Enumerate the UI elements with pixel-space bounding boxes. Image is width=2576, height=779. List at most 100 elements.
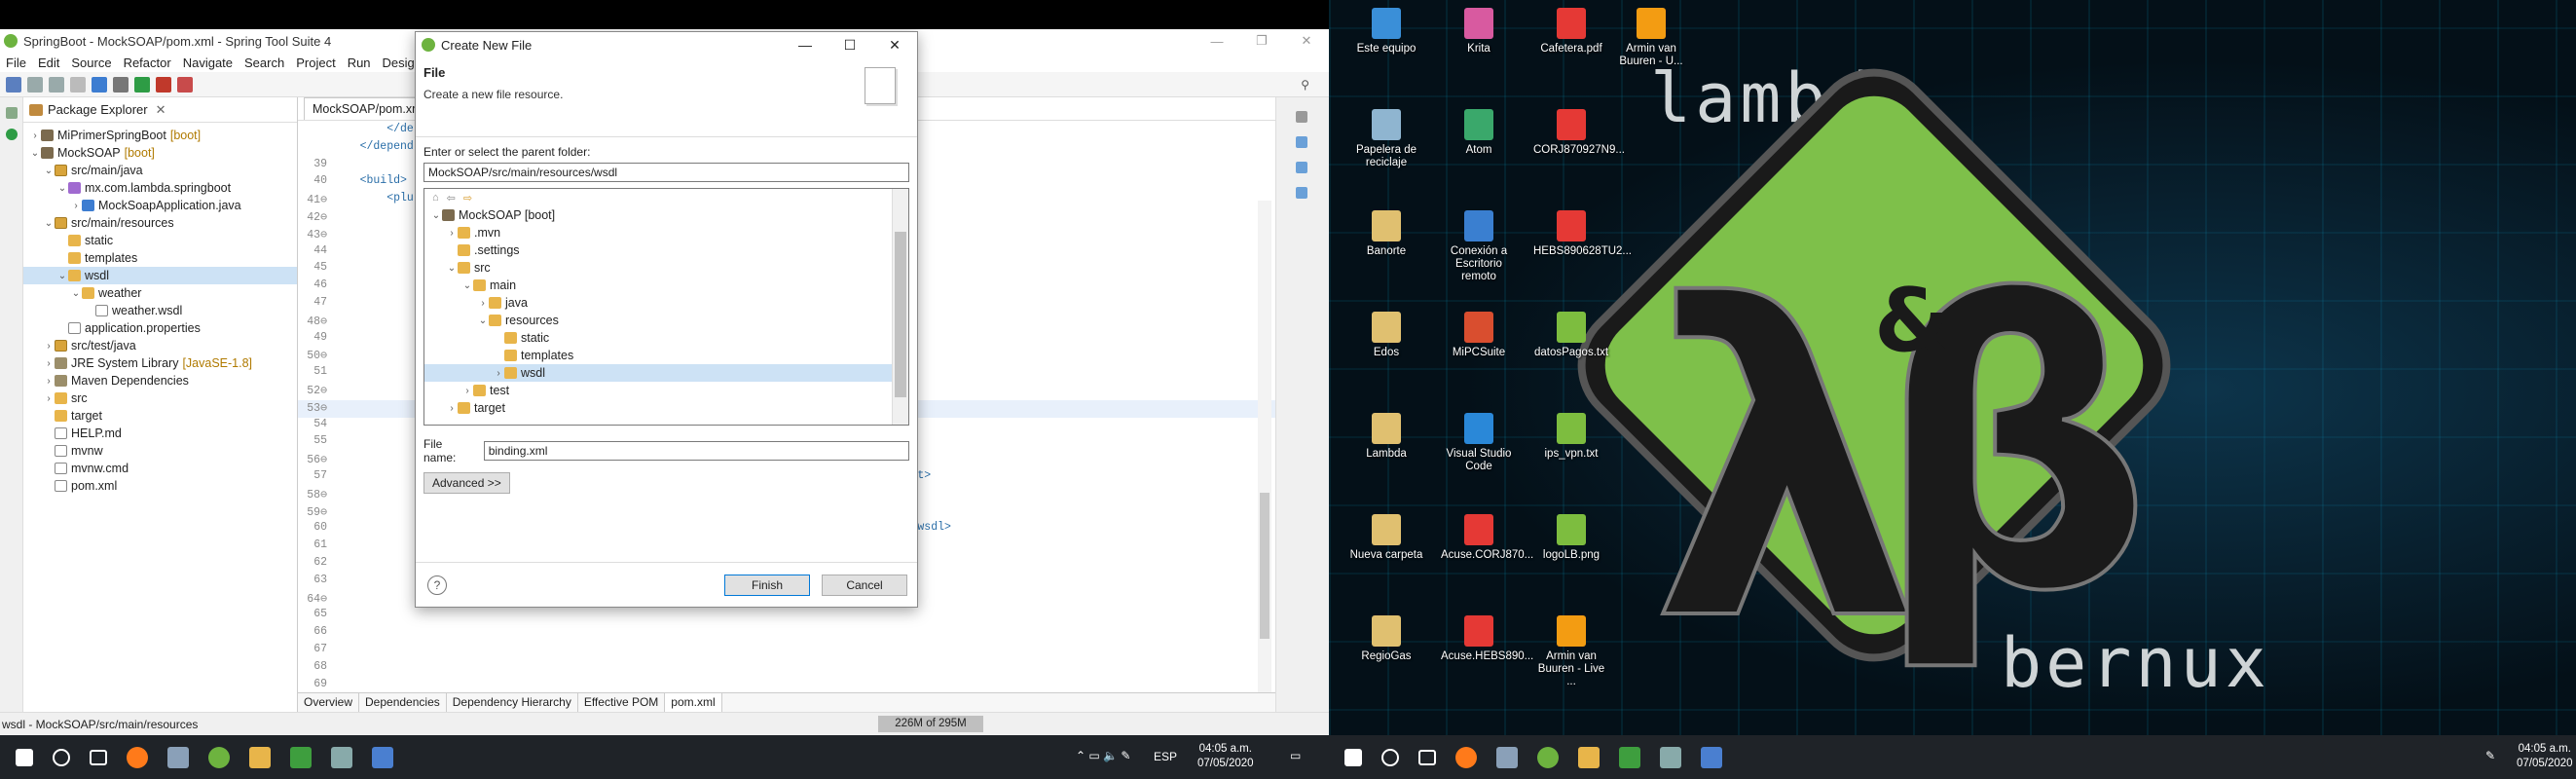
folder-tree-scrollbar[interactable] — [892, 189, 908, 425]
close-view-icon[interactable]: ✕ — [156, 102, 166, 118]
tree-item[interactable]: HELP.md — [23, 425, 297, 442]
pom-tab[interactable]: Overview — [298, 693, 360, 712]
tree-item[interactable]: pom.xml — [23, 477, 297, 495]
tree-item[interactable]: ⌄ src/main/java — [23, 162, 297, 179]
folder-tree-item[interactable]: › wsdl — [424, 364, 908, 382]
dialog-close-icon[interactable]: ✕ — [872, 32, 917, 57]
spring-tool-suite-taskbar-icon[interactable] — [208, 746, 230, 768]
tree-item[interactable]: weather.wsdl — [23, 302, 297, 319]
folder-tree-item[interactable]: .settings — [424, 241, 908, 259]
expand-toggle-icon[interactable]: ⌄ — [43, 166, 55, 176]
code-line[interactable]: 66 — [298, 625, 1275, 643]
pom-tab[interactable]: Effective POM — [578, 693, 666, 712]
menu-navigate[interactable]: Navigate — [177, 56, 239, 70]
desktop-icon[interactable]: Nueva carpeta — [1348, 514, 1424, 562]
desktop-icon[interactable]: Lambda — [1348, 413, 1424, 461]
code-line[interactable]: 67 — [298, 643, 1275, 660]
desktop-icon[interactable]: Cafetera.pdf — [1533, 8, 1609, 56]
tree-item[interactable]: mvnw — [23, 442, 297, 460]
desktop-icon[interactable]: Atom — [1441, 109, 1517, 157]
folder-tree-item[interactable]: › test — [424, 382, 908, 399]
clock-left[interactable]: 04:05 a.m. 07/05/2020 — [1197, 742, 1254, 771]
cancel-button[interactable]: Cancel — [822, 574, 907, 596]
pom-tab[interactable]: pom.xml — [665, 693, 722, 712]
folder-tree-scroll-thumb[interactable] — [895, 232, 906, 397]
folder-tree-item[interactable]: › target — [424, 399, 908, 417]
tree-item[interactable]: ⌄ src/main/resources — [23, 214, 297, 232]
search-taskbar-icon[interactable] — [53, 748, 70, 766]
tree-item[interactable]: application.properties — [23, 319, 297, 337]
save-icon[interactable] — [27, 76, 43, 93]
tree-item[interactable]: ⌄ wsdl — [23, 267, 297, 284]
package-explorer-tab[interactable]: Package Explorer ✕ — [23, 97, 297, 123]
expand-toggle-icon[interactable]: › — [29, 130, 41, 141]
notification-icon[interactable]: ▭ — [1290, 749, 1301, 762]
tree-item[interactable]: ⌄ MockSOAP [boot] — [23, 144, 297, 162]
expand-toggle-icon[interactable]: ⌄ — [43, 218, 55, 229]
help-icon[interactable]: ? — [427, 575, 447, 595]
tasks-icon[interactable] — [1296, 187, 1307, 199]
desktop-icon[interactable]: Conexión a Escritorio remoto — [1441, 210, 1517, 283]
tree-item[interactable]: › src — [23, 390, 297, 407]
expand-toggle-icon[interactable]: › — [446, 228, 458, 239]
code-line[interactable]: 65 — [298, 608, 1275, 625]
expand-toggle-icon[interactable]: ⌄ — [477, 315, 489, 326]
language-indicator[interactable]: ESP — [1154, 750, 1177, 763]
tree-item[interactable]: ⌄ mx.com.lambda.springboot — [23, 179, 297, 197]
expand-toggle-icon[interactable]: › — [43, 341, 55, 352]
tree-item[interactable]: templates — [23, 249, 297, 267]
tree-item[interactable]: › Maven Dependencies — [23, 372, 297, 390]
tree-item[interactable]: ⌄ weather — [23, 284, 297, 302]
expand-toggle-icon[interactable]: ⌄ — [70, 288, 82, 299]
terminal-icon[interactable] — [92, 76, 107, 93]
minimize-icon[interactable]: — — [1195, 29, 1239, 53]
tray-icons[interactable]: ⌃ ▭ 🔈 ✎ — [1076, 749, 1130, 762]
expand-toggle-icon[interactable]: › — [493, 368, 504, 379]
heap-status[interactable]: 226M of 295M — [878, 716, 983, 732]
expand-toggle-icon[interactable]: ⌄ — [446, 263, 458, 274]
expand-toggle-icon[interactable]: › — [43, 393, 55, 404]
tree-item[interactable]: › MiPrimerSpringBoot [boot] — [23, 127, 297, 144]
task-view-icon[interactable] — [90, 749, 107, 765]
spring-tool-suite-taskbar-icon-right[interactable] — [1537, 746, 1559, 768]
remote-desktop-icon[interactable] — [372, 746, 393, 768]
desktop-icon[interactable]: logoLB.png — [1533, 514, 1609, 562]
pom-tab[interactable]: Dependency Hierarchy — [447, 693, 578, 712]
desktop-icon[interactable]: Edos — [1348, 312, 1424, 359]
boot-dashboard-view-icon[interactable] — [6, 129, 18, 140]
clock-right[interactable]: 04:05 a.m. 07/05/2020 — [2517, 742, 2573, 771]
menu-edit[interactable]: Edit — [32, 56, 65, 70]
desktop-icon[interactable]: MiPCSuite — [1441, 312, 1517, 359]
desktop-icon[interactable]: Banorte — [1348, 210, 1424, 258]
tree-item[interactable]: › JRE System Library [JavaSE-1.8] — [23, 354, 297, 372]
tree-item[interactable]: mvnw.cmd — [23, 460, 297, 477]
menu-search[interactable]: Search — [239, 56, 290, 70]
expand-toggle-icon[interactable]: ⌄ — [56, 271, 68, 281]
pom-tab[interactable]: Dependencies — [359, 693, 447, 712]
desktop-icon[interactable]: HEBS890628TU2... — [1533, 210, 1632, 258]
file-name-input[interactable]: binding.xml — [483, 441, 909, 461]
task-view-icon-right[interactable] — [1418, 749, 1436, 765]
outline-icon[interactable] — [1296, 111, 1307, 123]
expand-toggle-icon[interactable]: › — [43, 376, 55, 387]
console-icon[interactable] — [1296, 136, 1307, 148]
start-icon[interactable] — [16, 748, 33, 766]
pen-icon[interactable]: ✎ — [2485, 749, 2495, 762]
menu-file[interactable]: File — [0, 56, 32, 70]
desktop-icon[interactable]: Este equipo — [1348, 8, 1424, 56]
code-line[interactable]: 68 — [298, 660, 1275, 678]
notepad-icon[interactable] — [167, 746, 189, 768]
expand-toggle-icon[interactable]: › — [43, 358, 55, 369]
maximize-icon[interactable]: ❐ — [1239, 29, 1284, 53]
finish-button[interactable]: Finish — [724, 574, 810, 596]
expand-toggle-icon[interactable]: ⌄ — [56, 183, 68, 194]
desktop-icon[interactable]: Armin van Buuren - U... — [1613, 8, 1689, 68]
desktop-icon[interactable]: CORJ870927N9... — [1533, 109, 1625, 157]
folder-tree[interactable]: ⌂ ⇦ ⇨ ⌄ MockSOAP [boot] › .mvn .settings ⌄ src… — [423, 188, 909, 426]
desktop-icon[interactable]: Acuse.CORJ870... — [1441, 514, 1533, 562]
notepad-icon-right[interactable] — [1496, 746, 1518, 768]
file-explorer-icon-right[interactable] — [1578, 746, 1600, 768]
start-icon-right[interactable] — [1344, 748, 1362, 766]
save-all-icon[interactable] — [49, 76, 64, 93]
editor-scrollbar[interactable] — [1258, 201, 1271, 775]
